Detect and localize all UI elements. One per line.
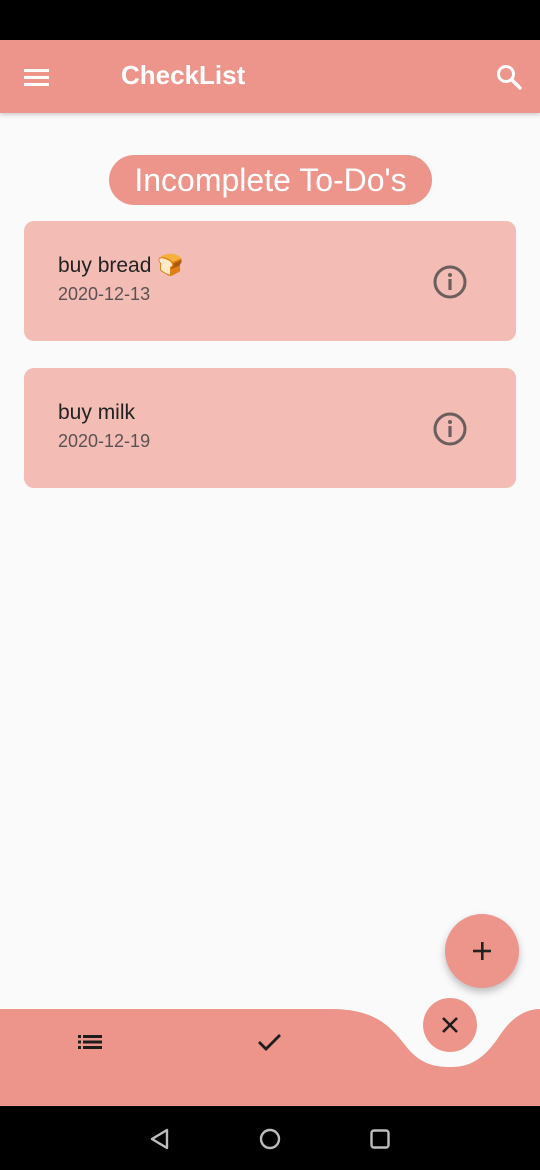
recents-square-icon [370,1129,390,1149]
menu-icon [24,69,49,86]
status-bar [0,0,540,40]
system-back-button[interactable] [145,1124,175,1154]
system-home-button[interactable] [255,1124,285,1154]
menu-button[interactable] [20,62,54,92]
add-todo-button[interactable] [445,914,519,988]
todo-card[interactable]: buy milk 2020-12-19 [24,368,516,488]
nav-list-button[interactable] [66,1018,114,1066]
todo-card[interactable]: buy bread 🍞 2020-12-13 [24,221,516,341]
system-navigation-bar [0,1106,540,1170]
info-icon [433,412,467,446]
plus-icon [473,942,491,960]
search-button[interactable] [494,62,524,92]
section-title: Incomplete To-Do's [109,155,432,205]
todo-title: buy milk [58,401,136,424]
todo-date: 2020-12-19 [58,431,151,451]
check-icon [258,1034,281,1051]
info-button[interactable] [432,264,468,300]
nav-completed-button[interactable] [246,1018,294,1066]
incomplete-filter-button[interactable] [423,998,477,1052]
todo-title: buy bread 🍞 [58,254,184,277]
todo-date: 2020-12-13 [58,284,151,304]
system-recents-button[interactable] [365,1124,395,1154]
search-icon [497,65,522,90]
app-title: CheckList [121,60,246,90]
info-icon [433,265,467,299]
info-button[interactable] [432,411,468,447]
back-triangle-icon [150,1128,169,1150]
app-bar: CheckList [0,40,540,113]
close-icon [442,1017,458,1033]
list-icon [78,1035,102,1049]
home-circle-icon [259,1128,281,1150]
